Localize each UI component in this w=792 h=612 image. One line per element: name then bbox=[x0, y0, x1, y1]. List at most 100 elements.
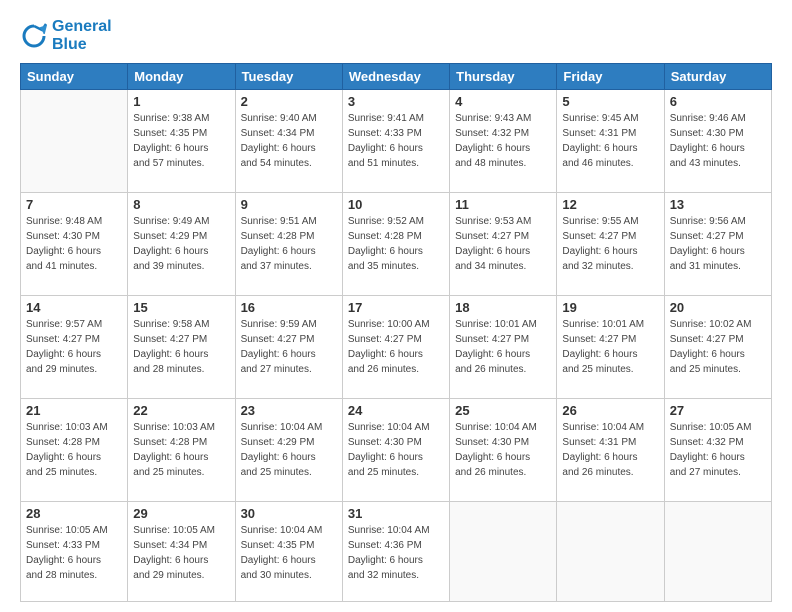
day-number: 25 bbox=[455, 403, 551, 418]
page: General Blue SundayMondayTuesdayWednesda… bbox=[0, 0, 792, 612]
calendar-cell: 9 Sunrise: 9:51 AM Sunset: 4:28 PM Daylig… bbox=[235, 193, 342, 296]
week-row-2: 14 Sunrise: 9:57 AM Sunset: 4:27 PM Dayli… bbox=[21, 295, 772, 398]
day-number: 5 bbox=[562, 94, 658, 109]
day-info: Sunrise: 10:04 AM Sunset: 4:36 PM Daylig… bbox=[348, 523, 444, 583]
day-info: Sunrise: 9:52 AM Sunset: 4:28 PM Dayligh… bbox=[348, 214, 444, 274]
day-number: 13 bbox=[670, 197, 766, 212]
calendar-cell: 8Sunrise: 9:49 AM Sunset: 4:29 PM Daylig… bbox=[128, 193, 235, 296]
calendar-cell bbox=[450, 501, 557, 602]
day-info: Sunrise: 9:41 AM Sunset: 4:33 PM Dayligh… bbox=[348, 111, 444, 171]
day-number: 17 bbox=[348, 300, 444, 315]
day-info: Sunrise: 9:38 AM Sunset: 4:35 PM Dayligh… bbox=[133, 111, 229, 171]
calendar-cell: 27 Sunrise: 10:05 AM Sunset: 4:32 PM Dayl… bbox=[664, 398, 771, 501]
calendar-cell: 12 Sunrise: 9:55 AM Sunset: 4:27 PM Dayli… bbox=[557, 193, 664, 296]
calendar-cell: 23 Sunrise: 10:04 AM Sunset: 4:29 PM Dayl… bbox=[235, 398, 342, 501]
day-number: 3 bbox=[348, 94, 444, 109]
weekday-header-sunday: Sunday bbox=[21, 64, 128, 90]
calendar-cell: 6 Sunrise: 9:46 AM Sunset: 4:30 PM Daylig… bbox=[664, 90, 771, 193]
calendar-cell: 22Sunrise: 10:03 AM Sunset: 4:28 PM Dayl… bbox=[128, 398, 235, 501]
calendar-cell: 14 Sunrise: 9:57 AM Sunset: 4:27 PM Dayli… bbox=[21, 295, 128, 398]
day-info: Sunrise: 10:04 AM Sunset: 4:29 PM Daylig… bbox=[241, 420, 337, 480]
calendar-cell: 1 Sunrise: 9:38 AM Sunset: 4:35 PM Daylig… bbox=[128, 90, 235, 193]
day-number: 21 bbox=[26, 403, 122, 418]
day-info: Sunrise: 10:02 AM Sunset: 4:27 PM Daylig… bbox=[670, 317, 766, 377]
day-info: Sunrise: 9:45 AM Sunset: 4:31 PM Dayligh… bbox=[562, 111, 658, 171]
calendar-cell: 16 Sunrise: 9:59 AM Sunset: 4:27 PM Dayli… bbox=[235, 295, 342, 398]
day-info: Sunrise: 9:57 AM Sunset: 4:27 PM Dayligh… bbox=[26, 317, 122, 377]
calendar-cell: 28Sunrise: 10:05 AM Sunset: 4:33 PM Dayl… bbox=[21, 501, 128, 602]
calendar-cell: 17Sunrise: 10:00 AM Sunset: 4:27 PM Dayl… bbox=[342, 295, 449, 398]
day-number: 15 bbox=[133, 300, 229, 315]
day-number: 7 bbox=[26, 197, 122, 212]
day-number: 29 bbox=[133, 506, 229, 521]
day-info: Sunrise: 10:01 AM Sunset: 4:27 PM Daylig… bbox=[562, 317, 658, 377]
day-info: Sunrise: 10:01 AM Sunset: 4:27 PM Daylig… bbox=[455, 317, 551, 377]
weekday-header-wednesday: Wednesday bbox=[342, 64, 449, 90]
day-info: Sunrise: 10:04 AM Sunset: 4:30 PM Daylig… bbox=[455, 420, 551, 480]
calendar-cell bbox=[21, 90, 128, 193]
day-number: 4 bbox=[455, 94, 551, 109]
day-number: 2 bbox=[241, 94, 337, 109]
day-info: Sunrise: 9:53 AM Sunset: 4:27 PM Dayligh… bbox=[455, 214, 551, 274]
weekday-header-row: SundayMondayTuesdayWednesdayThursdayFrid… bbox=[21, 64, 772, 90]
header: General Blue bbox=[20, 18, 772, 53]
day-number: 19 bbox=[562, 300, 658, 315]
day-info: Sunrise: 10:03 AM Sunset: 4:28 PM Daylig… bbox=[133, 420, 229, 480]
day-info: Sunrise: 9:55 AM Sunset: 4:27 PM Dayligh… bbox=[562, 214, 658, 274]
day-info: Sunrise: 10:05 AM Sunset: 4:33 PM Daylig… bbox=[26, 523, 122, 583]
calendar-cell: 19 Sunrise: 10:01 AM Sunset: 4:27 PM Dayl… bbox=[557, 295, 664, 398]
calendar-cell: 31Sunrise: 10:04 AM Sunset: 4:36 PM Dayl… bbox=[342, 501, 449, 602]
day-number: 18 bbox=[455, 300, 551, 315]
day-info: Sunrise: 9:40 AM Sunset: 4:34 PM Dayligh… bbox=[241, 111, 337, 171]
calendar-cell: 18 Sunrise: 10:01 AM Sunset: 4:27 PM Dayl… bbox=[450, 295, 557, 398]
day-info: Sunrise: 9:48 AM Sunset: 4:30 PM Dayligh… bbox=[26, 214, 122, 274]
day-number: 23 bbox=[241, 403, 337, 418]
day-info: Sunrise: 9:51 AM Sunset: 4:28 PM Dayligh… bbox=[241, 214, 337, 274]
calendar-cell: 7 Sunrise: 9:48 AM Sunset: 4:30 PM Daylig… bbox=[21, 193, 128, 296]
day-number: 24 bbox=[348, 403, 444, 418]
day-number: 11 bbox=[455, 197, 551, 212]
calendar-cell: 13 Sunrise: 9:56 AM Sunset: 4:27 PM Dayli… bbox=[664, 193, 771, 296]
day-number: 16 bbox=[241, 300, 337, 315]
calendar-cell: 20Sunrise: 10:02 AM Sunset: 4:27 PM Dayl… bbox=[664, 295, 771, 398]
day-number: 14 bbox=[26, 300, 122, 315]
calendar-table: SundayMondayTuesdayWednesdayThursdayFrid… bbox=[20, 63, 772, 602]
day-number: 12 bbox=[562, 197, 658, 212]
day-number: 27 bbox=[670, 403, 766, 418]
calendar-cell: 10 Sunrise: 9:52 AM Sunset: 4:28 PM Dayli… bbox=[342, 193, 449, 296]
calendar-cell bbox=[664, 501, 771, 602]
day-info: Sunrise: 9:58 AM Sunset: 4:27 PM Dayligh… bbox=[133, 317, 229, 377]
day-info: Sunrise: 10:04 AM Sunset: 4:35 PM Daylig… bbox=[241, 523, 337, 583]
day-number: 9 bbox=[241, 197, 337, 212]
day-info: Sunrise: 9:43 AM Sunset: 4:32 PM Dayligh… bbox=[455, 111, 551, 171]
weekday-header-friday: Friday bbox=[557, 64, 664, 90]
day-number: 6 bbox=[670, 94, 766, 109]
day-info: Sunrise: 9:59 AM Sunset: 4:27 PM Dayligh… bbox=[241, 317, 337, 377]
day-info: Sunrise: 9:46 AM Sunset: 4:30 PM Dayligh… bbox=[670, 111, 766, 171]
weekday-header-thursday: Thursday bbox=[450, 64, 557, 90]
day-info: Sunrise: 10:04 AM Sunset: 4:30 PM Daylig… bbox=[348, 420, 444, 480]
weekday-header-tuesday: Tuesday bbox=[235, 64, 342, 90]
day-info: Sunrise: 10:05 AM Sunset: 4:34 PM Daylig… bbox=[133, 523, 229, 583]
day-number: 26 bbox=[562, 403, 658, 418]
calendar-cell: 21 Sunrise: 10:03 AM Sunset: 4:28 PM Dayl… bbox=[21, 398, 128, 501]
logo-text: General Blue bbox=[52, 18, 112, 53]
day-info: Sunrise: 10:05 AM Sunset: 4:32 PM Daylig… bbox=[670, 420, 766, 480]
calendar-cell: 5 Sunrise: 9:45 AM Sunset: 4:31 PM Daylig… bbox=[557, 90, 664, 193]
calendar-cell: 15 Sunrise: 9:58 AM Sunset: 4:27 PM Dayli… bbox=[128, 295, 235, 398]
logo-icon bbox=[20, 22, 48, 50]
day-info: Sunrise: 9:49 AM Sunset: 4:29 PM Dayligh… bbox=[133, 214, 229, 274]
day-info: Sunrise: 9:56 AM Sunset: 4:27 PM Dayligh… bbox=[670, 214, 766, 274]
calendar-cell: 26Sunrise: 10:04 AM Sunset: 4:31 PM Dayl… bbox=[557, 398, 664, 501]
calendar-cell: 11 Sunrise: 9:53 AM Sunset: 4:27 PM Dayli… bbox=[450, 193, 557, 296]
day-number: 1 bbox=[133, 94, 229, 109]
calendar-cell: 30 Sunrise: 10:04 AM Sunset: 4:35 PM Dayl… bbox=[235, 501, 342, 602]
week-row-0: 1 Sunrise: 9:38 AM Sunset: 4:35 PM Daylig… bbox=[21, 90, 772, 193]
weekday-header-monday: Monday bbox=[128, 64, 235, 90]
week-row-4: 28Sunrise: 10:05 AM Sunset: 4:33 PM Dayl… bbox=[21, 501, 772, 602]
calendar-cell: 29 Sunrise: 10:05 AM Sunset: 4:34 PM Dayl… bbox=[128, 501, 235, 602]
day-number: 10 bbox=[348, 197, 444, 212]
day-number: 30 bbox=[241, 506, 337, 521]
day-info: Sunrise: 10:03 AM Sunset: 4:28 PM Daylig… bbox=[26, 420, 122, 480]
calendar-cell bbox=[557, 501, 664, 602]
